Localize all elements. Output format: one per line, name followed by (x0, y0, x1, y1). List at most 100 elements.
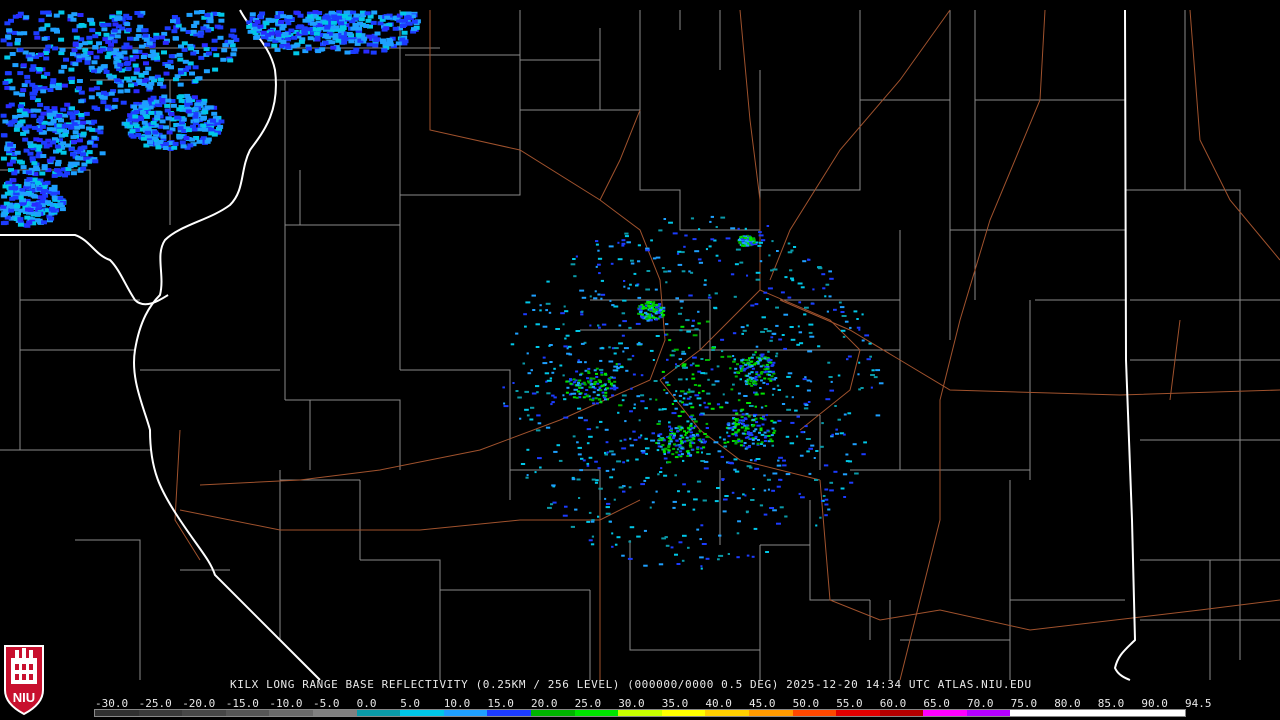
echo-pixel (754, 382, 758, 385)
echo-pixel (147, 97, 154, 102)
echo-pixel (17, 217, 24, 222)
echo-pixel (777, 389, 782, 391)
echo-pixel (705, 359, 710, 361)
echo-pixel (665, 544, 670, 547)
echo-pixel (705, 427, 709, 429)
echo-pixel (564, 310, 569, 313)
echo-pixel (26, 220, 33, 225)
echo-pixel (597, 379, 601, 382)
echo-pixel (655, 398, 658, 401)
echo-pixel (170, 103, 177, 108)
scale-label: 60.0 (879, 697, 907, 710)
echo-pixel (766, 359, 770, 362)
echo-pixel (587, 381, 591, 384)
echo-pixel (700, 524, 704, 527)
scale-swatch (1141, 710, 1185, 716)
scale-label: -30.0 (95, 697, 129, 710)
echo-pixel (759, 429, 763, 432)
echo-pixel (335, 38, 342, 43)
echo-pixel (13, 127, 20, 132)
echo-pixel (58, 69, 65, 74)
echo-pixel (575, 396, 579, 399)
echo-pixel (839, 306, 845, 309)
echo-pixel (772, 361, 776, 364)
echo-pixel (758, 234, 764, 237)
echo-pixel (659, 433, 663, 436)
echo-pixel (840, 311, 845, 313)
echo-pixel (227, 58, 234, 63)
echo-pixel (608, 360, 614, 363)
echo-pixel (691, 442, 695, 445)
echo-pixel (631, 354, 635, 357)
echo-pixel (111, 104, 118, 109)
echo-pixel (624, 420, 627, 423)
echo-pixel (701, 390, 705, 393)
echo-pixel (749, 466, 753, 469)
echo-pixel (678, 437, 682, 440)
echo-pixel (622, 461, 626, 464)
echo-pixel (766, 478, 771, 481)
echo-pixel (678, 394, 682, 397)
echo-pixel (875, 414, 881, 417)
echo-pixel (80, 120, 87, 125)
echo-pixel (73, 110, 80, 115)
echo-pixel (692, 362, 695, 365)
reflectivity-echoes (0, 10, 884, 570)
echo-pixel (73, 35, 80, 40)
echo-pixel (703, 467, 709, 470)
echo-pixel (526, 352, 529, 355)
echo-pixel (549, 344, 553, 346)
echo-pixel (586, 428, 592, 431)
echo-pixel (664, 333, 667, 336)
echo-pixel (56, 128, 63, 133)
echo-pixel (140, 136, 147, 141)
echo-pixel (863, 441, 867, 444)
echo-pixel (703, 401, 706, 404)
echo-pixel (313, 31, 320, 36)
echo-pixel (211, 111, 218, 116)
echo-pixel (30, 108, 37, 113)
echo-pixel (777, 419, 782, 422)
echo-pixel (411, 19, 418, 24)
echo-pixel (75, 156, 82, 161)
echo-pixel (571, 478, 576, 481)
echo-pixel (63, 57, 69, 62)
echo-pixel (51, 191, 58, 196)
echo-pixel (772, 387, 776, 390)
echo-pixel (763, 328, 768, 330)
echo-pixel (767, 350, 770, 353)
echo-pixel (609, 450, 614, 453)
echo-pixel (745, 510, 749, 513)
echo-pixel (755, 271, 761, 274)
echo-pixel (172, 36, 179, 41)
echo-pixel (686, 397, 691, 400)
echo-pixel (29, 95, 36, 100)
echo-pixel (647, 304, 651, 307)
echo-pixel (650, 305, 653, 307)
echo-pixel (94, 106, 101, 111)
echo-pixel (78, 113, 85, 117)
echo-pixel (734, 442, 738, 445)
echo-pixel (330, 45, 337, 50)
echo-pixel (758, 359, 762, 362)
echo-pixel (786, 375, 791, 378)
echo-pixel (92, 45, 99, 49)
echo-pixel (698, 391, 701, 394)
scale-swatch (487, 710, 531, 716)
echo-pixel (41, 140, 48, 145)
echo-pixel (751, 418, 755, 421)
echo-pixel (682, 403, 686, 406)
echo-pixel (808, 323, 814, 326)
echo-pixel (870, 386, 873, 389)
echo-pixel (610, 262, 614, 265)
echo-pixel (673, 348, 679, 351)
echo-pixel (384, 15, 391, 20)
echo-pixel (23, 15, 30, 20)
echo-pixel (702, 446, 706, 449)
echo-pixel (42, 188, 49, 193)
echo-pixel (70, 152, 76, 157)
echo-pixel (776, 522, 781, 525)
echo-pixel (751, 555, 755, 558)
echo-pixel (92, 159, 99, 164)
echo-pixel (666, 461, 672, 464)
